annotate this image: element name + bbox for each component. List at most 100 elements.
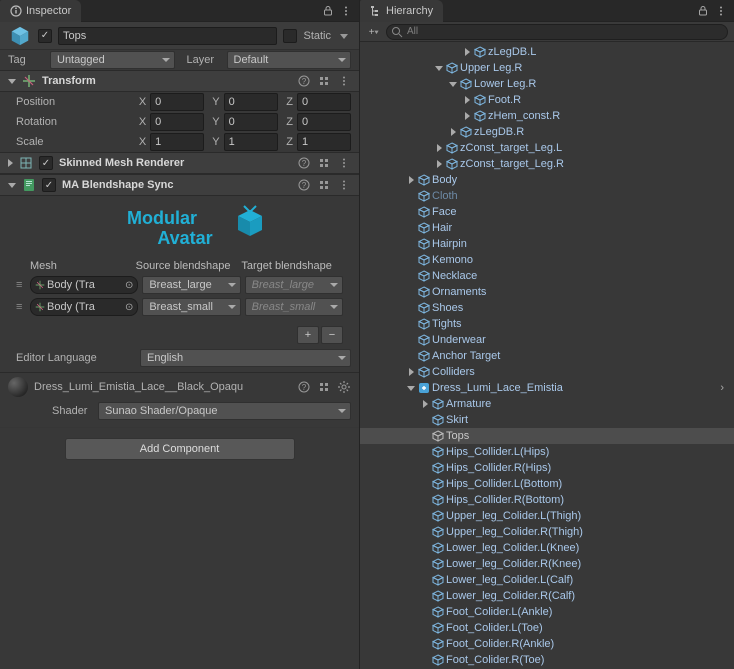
hierarchy-tab[interactable]: Hierarchy (360, 0, 443, 22)
help-icon[interactable]: ? (297, 380, 311, 394)
tree-item[interactable]: zLegDB.R (360, 124, 734, 140)
help-icon[interactable]: ? (297, 178, 311, 192)
tree-item[interactable]: Foot_Colider.L(Toe) (360, 620, 734, 636)
tree-item[interactable]: Hips_Collider.L(Bottom) (360, 476, 734, 492)
tree-item[interactable]: Armature (360, 396, 734, 412)
bs-target-dropdown[interactable]: Breast_small (245, 298, 343, 316)
tree-item[interactable]: Lower Leg.R (360, 76, 734, 92)
foldout-icon[interactable] (434, 66, 444, 71)
hierarchy-search-input[interactable]: All (386, 24, 728, 40)
tree-item[interactable]: Foot_Colider.L(Ankle) (360, 604, 734, 620)
foldout-icon[interactable] (448, 82, 458, 87)
preset-icon[interactable] (317, 74, 331, 88)
tab-menu-icon[interactable] (339, 4, 353, 18)
tree-item[interactable]: zConst_target_Leg.R (360, 156, 734, 172)
foldout-icon[interactable] (406, 368, 416, 376)
bs-foldout[interactable] (8, 183, 16, 188)
foldout-icon[interactable] (434, 160, 444, 168)
bs-mesh-field[interactable]: Body (Tra⊙ (30, 276, 138, 294)
tree-item[interactable]: Ornaments (360, 284, 734, 300)
help-icon[interactable]: ? (297, 156, 311, 170)
static-dropdown-icon[interactable] (337, 29, 351, 43)
pos-z-field[interactable]: 0 (297, 93, 351, 111)
static-toggle[interactable] (283, 29, 297, 43)
bs-target-dropdown[interactable]: Breast_large (245, 276, 343, 294)
tree-item[interactable]: zConst_target_Leg.L (360, 140, 734, 156)
tree-item[interactable]: Hips_Collider.R(Hips) (360, 460, 734, 476)
drag-handle-icon[interactable]: ≡ (16, 301, 26, 313)
foldout-icon[interactable] (406, 386, 416, 391)
bs-add-button[interactable]: + (297, 326, 319, 344)
tab-menu-icon[interactable] (714, 4, 728, 18)
tree-item[interactable]: Upper_leg_Colider.R(Thigh) (360, 524, 734, 540)
preset-icon[interactable] (317, 380, 331, 394)
foldout-icon[interactable] (406, 176, 416, 184)
tree-item[interactable]: Shoes (360, 300, 734, 316)
foldout-icon[interactable] (462, 48, 472, 56)
shader-dropdown[interactable]: Sunao Shader/Opaque (98, 402, 351, 420)
scl-z-field[interactable]: 1 (297, 133, 351, 151)
tree-item[interactable]: Hips_Collider.R(Bottom) (360, 492, 734, 508)
bs-source-dropdown[interactable]: Breast_small (142, 298, 240, 316)
gameobject-icon[interactable] (8, 24, 32, 48)
rot-z-field[interactable]: 0 (297, 113, 351, 131)
tree-item[interactable]: Underwear (360, 332, 734, 348)
tree-item[interactable]: Lower_leg_Colider.R(Calf) (360, 588, 734, 604)
tree-item[interactable]: Foot.R (360, 92, 734, 108)
foldout-icon[interactable] (434, 144, 444, 152)
tree-item[interactable]: Upper_leg_Colider.L(Thigh) (360, 508, 734, 524)
tree-item[interactable]: Hairpin (360, 236, 734, 252)
component-menu-icon[interactable] (337, 178, 351, 192)
tree-item[interactable]: Skirt (360, 412, 734, 428)
inspector-tab[interactable]: Inspector (0, 0, 81, 22)
help-icon[interactable]: ? (297, 74, 311, 88)
scl-x-field[interactable]: 1 (150, 133, 204, 151)
active-toggle[interactable] (38, 29, 52, 43)
tree-item[interactable]: Foot_Colider.R(Toe) (360, 652, 734, 668)
tree-item[interactable]: Tops (360, 428, 734, 444)
foldout-icon[interactable] (448, 128, 458, 136)
component-menu-icon[interactable] (337, 156, 351, 170)
tree-item[interactable]: Colliders (360, 364, 734, 380)
foldout-icon[interactable] (462, 96, 472, 104)
tree-item[interactable]: Dress_Lumi_Lace_Emistia› (360, 380, 734, 396)
tree-item[interactable]: zLegDB.L (360, 44, 734, 60)
material-preview-icon[interactable] (8, 377, 28, 397)
tree-item[interactable]: Lower_leg_Colider.L(Calf) (360, 572, 734, 588)
tag-dropdown[interactable]: Untagged (50, 51, 175, 69)
tree-item[interactable]: Face (360, 204, 734, 220)
component-menu-icon[interactable] (337, 74, 351, 88)
preset-icon[interactable] (317, 156, 331, 170)
tree-item[interactable]: Necklace (360, 268, 734, 284)
tree-item[interactable]: Upper Leg.R (360, 60, 734, 76)
tree-item[interactable]: Body (360, 172, 734, 188)
transform-foldout[interactable] (8, 79, 16, 84)
tree-item[interactable]: Lower_leg_Colider.L(Knee) (360, 540, 734, 556)
gameobject-name-field[interactable]: Tops (58, 27, 277, 45)
tree-item[interactable]: Hair (360, 220, 734, 236)
tree-item[interactable]: Cloth (360, 188, 734, 204)
tree-item[interactable]: Foot_Colider.R(Ankle) (360, 636, 734, 652)
pos-y-field[interactable]: 0 (224, 93, 278, 111)
object-picker-icon[interactable]: ⊙ (125, 302, 133, 313)
drag-handle-icon[interactable]: ≡ (16, 279, 26, 291)
tree-item[interactable]: zHem_const.R (360, 108, 734, 124)
rot-y-field[interactable]: 0 (224, 113, 278, 131)
object-picker-icon[interactable]: ⊙ (125, 280, 133, 291)
lock-icon[interactable] (696, 4, 710, 18)
foldout-icon[interactable] (462, 112, 472, 120)
editor-lang-dropdown[interactable]: English (140, 349, 351, 367)
foldout-icon[interactable] (420, 400, 430, 408)
create-dropdown-icon[interactable]: + (366, 25, 380, 39)
bs-enable-toggle[interactable] (42, 178, 56, 192)
smr-foldout[interactable] (8, 159, 13, 167)
open-prefab-icon[interactable]: › (720, 382, 730, 394)
bs-mesh-field[interactable]: Body (Tra⊙ (30, 298, 138, 316)
scl-y-field[interactable]: 1 (224, 133, 278, 151)
tree-item[interactable]: Anchor Target (360, 348, 734, 364)
rot-x-field[interactable]: 0 (150, 113, 204, 131)
add-component-button[interactable]: Add Component (65, 438, 295, 460)
tree-item[interactable]: Hips_Collider.L(Hips) (360, 444, 734, 460)
pos-x-field[interactable]: 0 (150, 93, 204, 111)
bs-remove-button[interactable]: − (321, 326, 343, 344)
